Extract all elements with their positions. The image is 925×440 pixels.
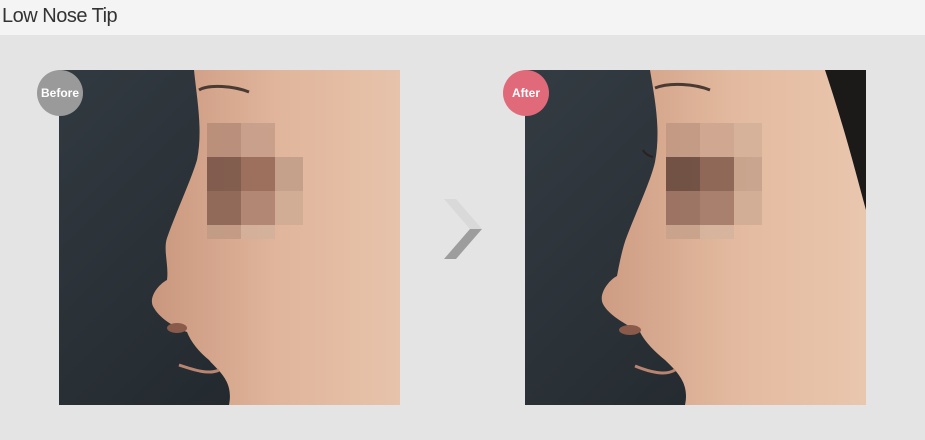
after-badge: After — [503, 70, 549, 116]
before-photo — [59, 70, 400, 405]
chevron-right-icon — [444, 199, 482, 259]
before-badge: Before — [37, 70, 83, 116]
header-bar: Low Nose Tip — [0, 0, 925, 35]
before-profile-image — [59, 70, 400, 405]
after-photo — [525, 70, 866, 405]
after-profile-image — [525, 70, 866, 405]
mosaic-blur — [666, 123, 762, 239]
page-title: Low Nose Tip — [2, 5, 118, 27]
